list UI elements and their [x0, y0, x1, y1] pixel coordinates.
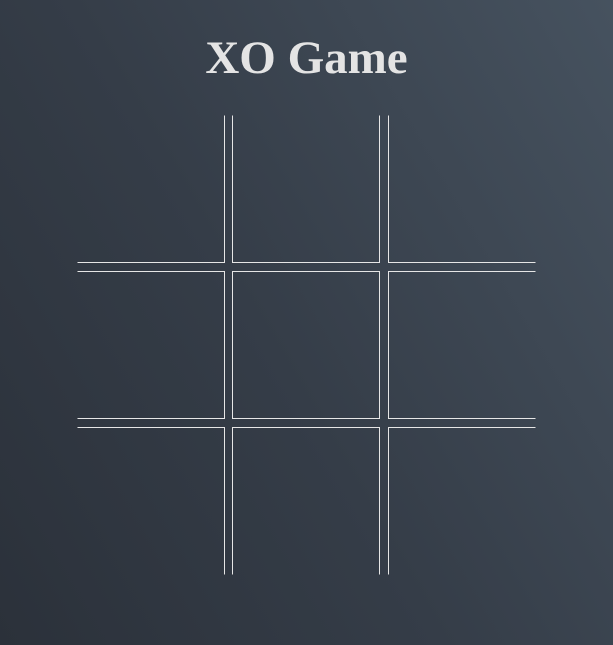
board-cell-1[interactable] [77, 115, 225, 263]
board-cell-6[interactable] [388, 271, 536, 419]
board-cell-9[interactable] [388, 427, 536, 575]
board-cell-8[interactable] [232, 427, 380, 575]
page-title: XO Game [205, 32, 408, 84]
board-cell-2[interactable] [232, 115, 380, 263]
board-cell-5[interactable] [232, 271, 380, 419]
board-cell-7[interactable] [77, 427, 225, 575]
game-board [77, 115, 539, 577]
board-cell-4[interactable] [77, 271, 225, 419]
board-cell-3[interactable] [388, 115, 536, 263]
